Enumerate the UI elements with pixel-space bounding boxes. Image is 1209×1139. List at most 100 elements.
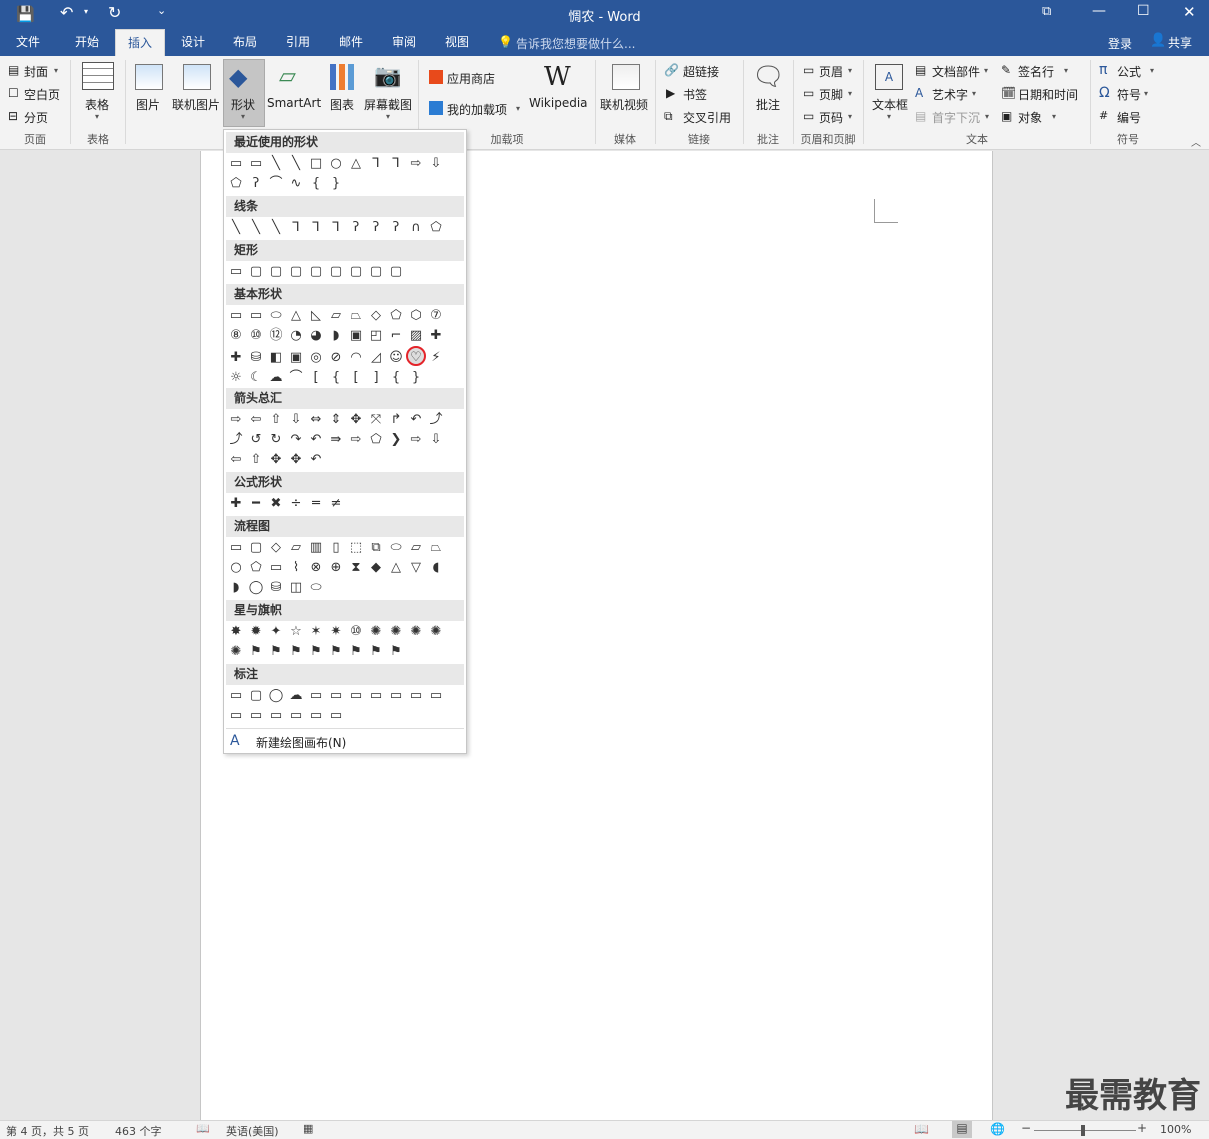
smartart-button[interactable]: SmartArt xyxy=(267,96,321,110)
chevron-down-icon[interactable]: ▾ xyxy=(984,66,988,75)
shape-item-callouts[interactable]: ▭ xyxy=(346,686,366,706)
shape-item-recent[interactable]: ○ xyxy=(326,154,346,174)
chart-button[interactable]: 图表 xyxy=(330,96,354,113)
shape-item-flowchart[interactable]: ⊗ xyxy=(306,558,326,578)
shape-item-lines[interactable]: ʔ xyxy=(346,218,366,238)
shape-item-basic[interactable]: ◔ xyxy=(286,326,306,346)
shape-item-basic[interactable]: ⬠ xyxy=(386,306,406,326)
shape-item-arrows[interactable]: ↻ xyxy=(266,430,286,450)
shape-item-stars[interactable]: ✺ xyxy=(426,622,446,642)
shape-item-lines[interactable]: ʔ xyxy=(366,218,386,238)
shape-item-recent[interactable]: } xyxy=(326,174,346,194)
shape-item-flowchart[interactable]: ⬠ xyxy=(246,558,266,578)
shape-item-rectangles[interactable]: ▢ xyxy=(386,262,406,282)
screenshot-button[interactable]: 屏幕截图 xyxy=(364,96,412,113)
textbox-button[interactable]: 文本框 xyxy=(872,96,908,113)
shape-item-basic[interactable]: ⑧ xyxy=(226,326,246,346)
shape-item-recent[interactable]: ʔ xyxy=(246,174,266,194)
shape-item-stars[interactable]: ✺ xyxy=(406,622,426,642)
shape-item-stars[interactable]: ✶ xyxy=(306,622,326,642)
shape-item-callouts[interactable]: ▭ xyxy=(226,706,246,726)
chevron-down-icon[interactable]: ▾ xyxy=(386,112,390,121)
print-layout-icon[interactable]: ▤ xyxy=(952,1121,972,1138)
shape-item-stars[interactable]: ⑩ xyxy=(346,622,366,642)
shape-item-recent[interactable]: ⬠ xyxy=(226,174,246,194)
shape-item-callouts[interactable]: ▭ xyxy=(326,686,346,706)
shape-item-basic[interactable]: ⬭ xyxy=(266,306,286,326)
chevron-down-icon[interactable]: ▾ xyxy=(985,112,989,121)
dropcap-button[interactable]: 首字下沉 xyxy=(932,109,980,126)
shape-item-arrows[interactable]: ⇨ xyxy=(406,430,426,450)
hyperlink-button[interactable]: 超链接 xyxy=(683,63,719,80)
shape-item-lines[interactable]: ╲ xyxy=(226,218,246,238)
numbering-button[interactable]: 编号 xyxy=(1117,109,1141,126)
shape-item-stars[interactable]: ✺ xyxy=(226,642,246,662)
object-button[interactable]: 对象 xyxy=(1018,109,1042,126)
shape-item-lines[interactable]: ⅂ xyxy=(326,218,346,238)
shape-item-basic[interactable]: ✚ xyxy=(226,348,246,368)
shape-item-stars[interactable]: ⚑ xyxy=(326,642,346,662)
shape-item-stars[interactable]: ✺ xyxy=(386,622,406,642)
shape-item-lines[interactable]: ╲ xyxy=(266,218,286,238)
shape-item-recent[interactable]: ⅂ xyxy=(386,154,406,174)
chevron-down-icon[interactable]: ▾ xyxy=(95,112,99,121)
shape-item-stars[interactable]: ⚑ xyxy=(266,642,286,662)
shape-item-callouts[interactable]: ▭ xyxy=(326,706,346,726)
shape-item-arrows[interactable]: ⇨ xyxy=(346,430,366,450)
tab-insert[interactable]: 插入 xyxy=(115,29,165,56)
shape-item-stars[interactable]: ☆ xyxy=(286,622,306,642)
shape-item-flowchart[interactable]: ▭ xyxy=(226,538,246,558)
shape-item-basic[interactable]: { xyxy=(326,368,346,388)
shape-item-callouts[interactable]: ▭ xyxy=(306,706,326,726)
shape-item-stars[interactable]: ⚑ xyxy=(346,642,366,662)
shape-item-arrows[interactable]: ✥ xyxy=(266,450,286,470)
shape-item-lines[interactable]: ∩ xyxy=(406,218,426,238)
shape-item-basic[interactable]: [ xyxy=(346,368,366,388)
tab-references[interactable]: 引用 xyxy=(275,29,321,56)
shape-item-equation[interactable]: ✚ xyxy=(226,494,246,514)
shape-item-basic[interactable]: ⌐ xyxy=(386,326,406,346)
shape-item-callouts[interactable]: ▭ xyxy=(406,686,426,706)
shape-item-lines[interactable]: ⅂ xyxy=(286,218,306,238)
zoom-in-button[interactable]: + xyxy=(1137,1121,1147,1135)
shape-item-basic[interactable]: [ xyxy=(306,368,326,388)
shape-item-callouts[interactable]: ▭ xyxy=(306,686,326,706)
shape-item-callouts[interactable]: ▭ xyxy=(246,706,266,726)
shape-item-flowchart[interactable]: ◇ xyxy=(266,538,286,558)
shape-item-basic[interactable]: ✚ xyxy=(426,326,446,346)
shape-item-callouts[interactable]: ▭ xyxy=(286,706,306,726)
online-video-button[interactable]: 联机视频 xyxy=(600,96,648,113)
shape-item-basic[interactable]: { xyxy=(386,368,406,388)
shape-item-flowchart[interactable]: ⌇ xyxy=(286,558,306,578)
chevron-down-icon[interactable]: ▾ xyxy=(848,66,852,75)
shape-item-flowchart[interactable]: ▥ xyxy=(306,538,326,558)
shape-item-rectangles[interactable]: ▢ xyxy=(286,262,306,282)
shape-item-recent[interactable]: ▭ xyxy=(246,154,266,174)
shape-item-rectangles[interactable]: ▢ xyxy=(306,262,326,282)
chevron-down-icon[interactable]: ▾ xyxy=(1064,66,1068,75)
shape-item-basic[interactable]: ◠ xyxy=(346,348,366,368)
equation-button[interactable]: 公式 xyxy=(1117,63,1141,80)
tab-home[interactable]: 开始 xyxy=(64,29,110,56)
shape-item-arrows[interactable]: ⇩ xyxy=(426,430,446,450)
shape-item-flowchart[interactable]: ▢ xyxy=(246,538,266,558)
tab-mailings[interactable]: 邮件 xyxy=(328,29,374,56)
shape-item-basic[interactable]: △ xyxy=(286,306,306,326)
shape-item-stars[interactable]: ✦ xyxy=(266,622,286,642)
shape-item-basic[interactable]: ◺ xyxy=(306,306,326,326)
shape-item-equation[interactable]: ━ xyxy=(246,494,266,514)
shape-item-stars[interactable]: ⚑ xyxy=(286,642,306,662)
shape-item-recent[interactable]: ⅂ xyxy=(366,154,386,174)
shape-item-rectangles[interactable]: ▢ xyxy=(366,262,386,282)
page-number-button[interactable]: 页码 xyxy=(819,109,843,126)
shape-item-basic[interactable]: ◧ xyxy=(266,348,286,368)
shape-item-flowchart[interactable]: ▯ xyxy=(326,538,346,558)
minimize-icon[interactable]: — xyxy=(1092,3,1106,19)
chevron-down-icon[interactable]: ▾ xyxy=(516,104,520,113)
shapes-button[interactable]: 形状 xyxy=(231,96,255,113)
shape-item-callouts[interactable]: ▭ xyxy=(366,686,386,706)
shape-item-basic[interactable]: ☾ xyxy=(246,368,266,388)
tab-review[interactable]: 审阅 xyxy=(381,29,427,56)
shape-item-stars[interactable]: ⚑ xyxy=(366,642,386,662)
shape-item-lines[interactable]: ⬠ xyxy=(426,218,446,238)
